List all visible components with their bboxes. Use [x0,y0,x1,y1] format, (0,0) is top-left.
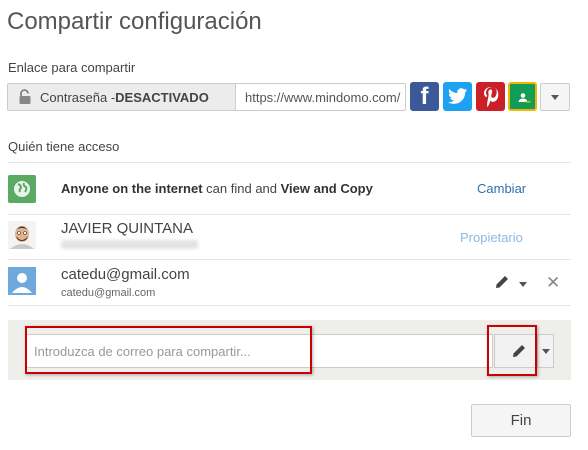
share-link-label: Enlace para compartir [8,60,136,75]
google-classroom-icon[interactable] [508,82,537,111]
public-access-verb: can find and [202,181,281,196]
divider [8,259,571,260]
invite-permission-button[interactable] [494,334,538,368]
divider [8,214,571,215]
facebook-icon[interactable]: f [410,82,439,111]
change-access-link[interactable]: Cambiar [477,181,526,196]
password-label: Contraseña - [40,89,116,105]
chevron-down-icon [541,348,550,354]
dialog-title: Compartir configuración [7,8,262,35]
chevron-down-icon[interactable] [519,282,527,287]
pencil-icon[interactable] [495,275,509,294]
close-icon[interactable]: ✕ [546,273,560,293]
owner-name: JAVIER QUINTANA [61,220,193,237]
pencil-icon [512,344,526,363]
user-name: catedu@gmail.com [61,266,190,283]
globe-icon [8,175,36,203]
twitter-icon[interactable] [443,82,472,111]
user-email: catedu@gmail.com [61,287,156,299]
done-button[interactable]: Fin [471,404,571,437]
invite-permission-dropdown[interactable] [538,334,554,368]
default-user-icon [8,267,36,295]
share-options-dropdown[interactable] [540,83,570,111]
divider [8,305,571,306]
share-link-field: Contraseña - DESACTIVADO https://www.min… [7,83,406,111]
pinterest-icon[interactable] [476,82,505,111]
owner-role: Propietario [460,230,523,245]
chevron-down-icon [551,94,559,100]
share-url[interactable]: https://www.mindomo.com/ [236,84,405,110]
access-label: Quién tiene acceso [8,139,120,154]
public-access-permission: View and Copy [280,181,373,196]
unlock-icon [18,89,32,105]
public-access-subject: Anyone on the internet [61,181,203,196]
avatar [8,221,36,249]
public-access-text: Anyone on the internet can find and View… [61,181,373,196]
password-state: DESACTIVADO [115,89,209,105]
owner-email-redacted [61,240,198,249]
password-toggle[interactable]: Contraseña - DESACTIVADO [8,84,236,110]
divider [8,162,571,163]
invite-email-input[interactable] [25,334,493,368]
